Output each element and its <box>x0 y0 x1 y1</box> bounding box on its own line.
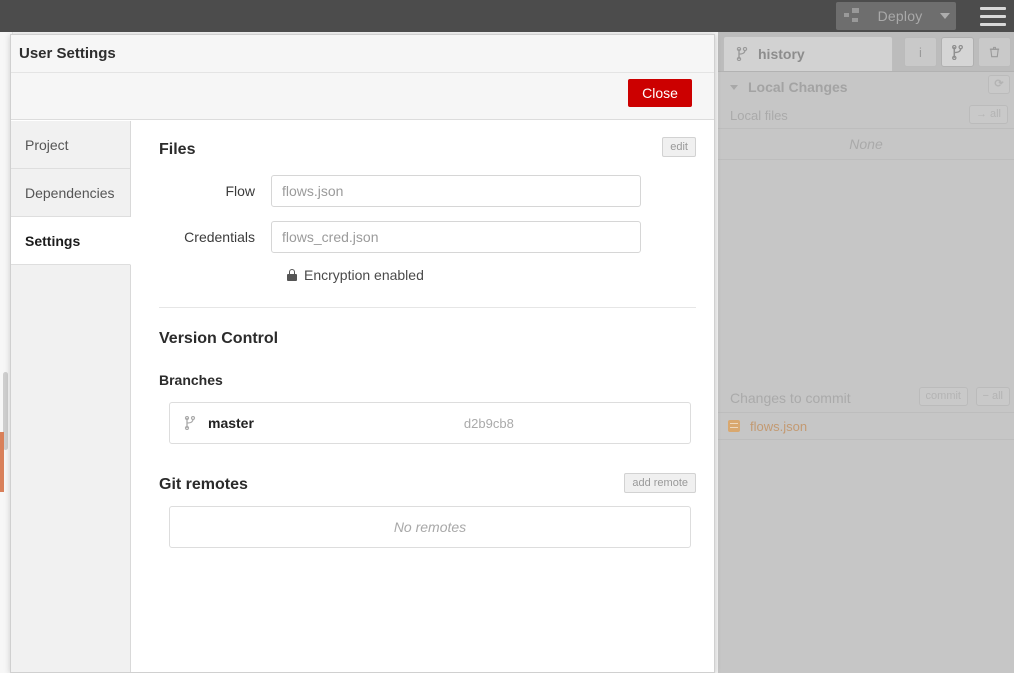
sidebar-tab-history[interactable]: history <box>723 36 893 71</box>
history-clock-icon[interactable] <box>978 37 1011 67</box>
local-changes-section-header[interactable]: Local Changes ⟳ <box>718 72 1014 102</box>
branches-heading: Branches <box>159 372 223 388</box>
git-branch-icon <box>736 46 748 62</box>
sidebar-tool-buttons: i <box>904 37 1011 67</box>
encryption-status: Encryption enabled <box>287 267 696 283</box>
app-root: Deploy history i Local Changes ⟳ Local f… <box>0 0 1014 673</box>
version-control-heading: Version Control <box>159 330 279 347</box>
flow-file-input[interactable] <box>271 175 641 207</box>
files-heading-label: Files <box>159 141 196 158</box>
dialog-body: Project Dependencies Settings Files edit… <box>11 121 714 672</box>
local-files-empty: None <box>718 129 1014 160</box>
divider <box>718 439 1014 440</box>
user-settings-dialog: User Settings Close Project Dependencies… <box>10 34 715 673</box>
git-branch-icon[interactable] <box>941 37 974 67</box>
commit-button[interactable]: commit <box>918 387 968 406</box>
credentials-file-input[interactable] <box>271 221 641 253</box>
add-remote-button[interactable]: add remote <box>624 473 696 493</box>
settings-tab-list: Project Dependencies Settings <box>11 121 131 672</box>
sidebar-tabbar: history i <box>718 32 1014 72</box>
info-icon[interactable]: i <box>904 37 937 67</box>
changes-to-commit-label: Changes to commit <box>730 390 851 406</box>
local-files-header: Local files → all <box>718 102 1014 129</box>
close-button[interactable]: Close <box>628 79 692 107</box>
page-title: User Settings <box>11 35 714 73</box>
list-item[interactable]: master d2b9cb8 <box>170 403 690 443</box>
commit-file-name: flows.json <box>750 418 808 434</box>
list-item[interactable]: flows.json <box>718 413 1014 439</box>
local-files-spacer <box>718 160 1014 384</box>
local-changes-label: Local Changes <box>748 79 848 95</box>
sidebar-tab-label: history <box>758 46 805 62</box>
unstage-all-button[interactable]: − all <box>975 387 1010 406</box>
edit-files-button[interactable]: edit <box>662 137 696 157</box>
stage-all-button[interactable]: → all <box>968 105 1008 124</box>
git-branch-icon <box>184 415 196 431</box>
remotes-empty-message: No remotes <box>393 519 467 535</box>
remotes-list: No remotes <box>169 506 691 548</box>
tab-settings-label: Settings <box>25 233 81 249</box>
tab-dependencies-label: Dependencies <box>25 185 115 201</box>
flow-field-label: Flow <box>225 183 255 199</box>
deploy-icon <box>844 8 862 24</box>
divider <box>159 307 696 308</box>
file-icon <box>728 420 740 432</box>
local-files-label: Local files <box>730 107 788 123</box>
encryption-status-label: Encryption enabled <box>304 267 424 283</box>
deploy-button[interactable]: Deploy <box>836 2 956 30</box>
deploy-button-label: Deploy <box>877 8 923 24</box>
chevron-down-icon <box>730 84 738 90</box>
files-section-heading: Files edit <box>159 137 696 161</box>
branch-list: master d2b9cb8 <box>169 402 691 444</box>
refresh-button[interactable]: ⟳ <box>988 75 1010 94</box>
tab-dependencies[interactable]: Dependencies <box>11 169 130 217</box>
flow-file-row: Flow <box>159 175 696 207</box>
credentials-file-row: Credentials <box>159 221 696 253</box>
hamburger-menu-icon[interactable] <box>980 7 1006 26</box>
history-sidebar: history i Local Changes ⟳ Local files → … <box>718 32 1014 673</box>
lock-icon <box>287 269 297 281</box>
tab-settings[interactable]: Settings <box>11 217 131 265</box>
top-header-bar: Deploy <box>0 0 1014 32</box>
info-glyph: i <box>919 44 922 60</box>
tab-project-label: Project <box>25 137 69 153</box>
editor-change-marker <box>0 432 4 492</box>
credentials-field-label: Credentials <box>184 229 255 245</box>
settings-content-pane: Files edit Flow Credentials Encryption e… <box>131 121 714 672</box>
branch-name: master <box>208 415 254 431</box>
tab-project[interactable]: Project <box>11 121 130 169</box>
git-remotes-label: Git remotes <box>159 476 248 493</box>
git-remotes-heading: Git remotes add remote <box>159 473 696 494</box>
changes-to-commit-header: Changes to commit − all commit <box>718 384 1014 413</box>
dialog-action-bar: Close <box>11 73 714 120</box>
chevron-down-icon[interactable] <box>940 13 950 19</box>
branch-commit-hash: d2b9cb8 <box>463 415 514 431</box>
